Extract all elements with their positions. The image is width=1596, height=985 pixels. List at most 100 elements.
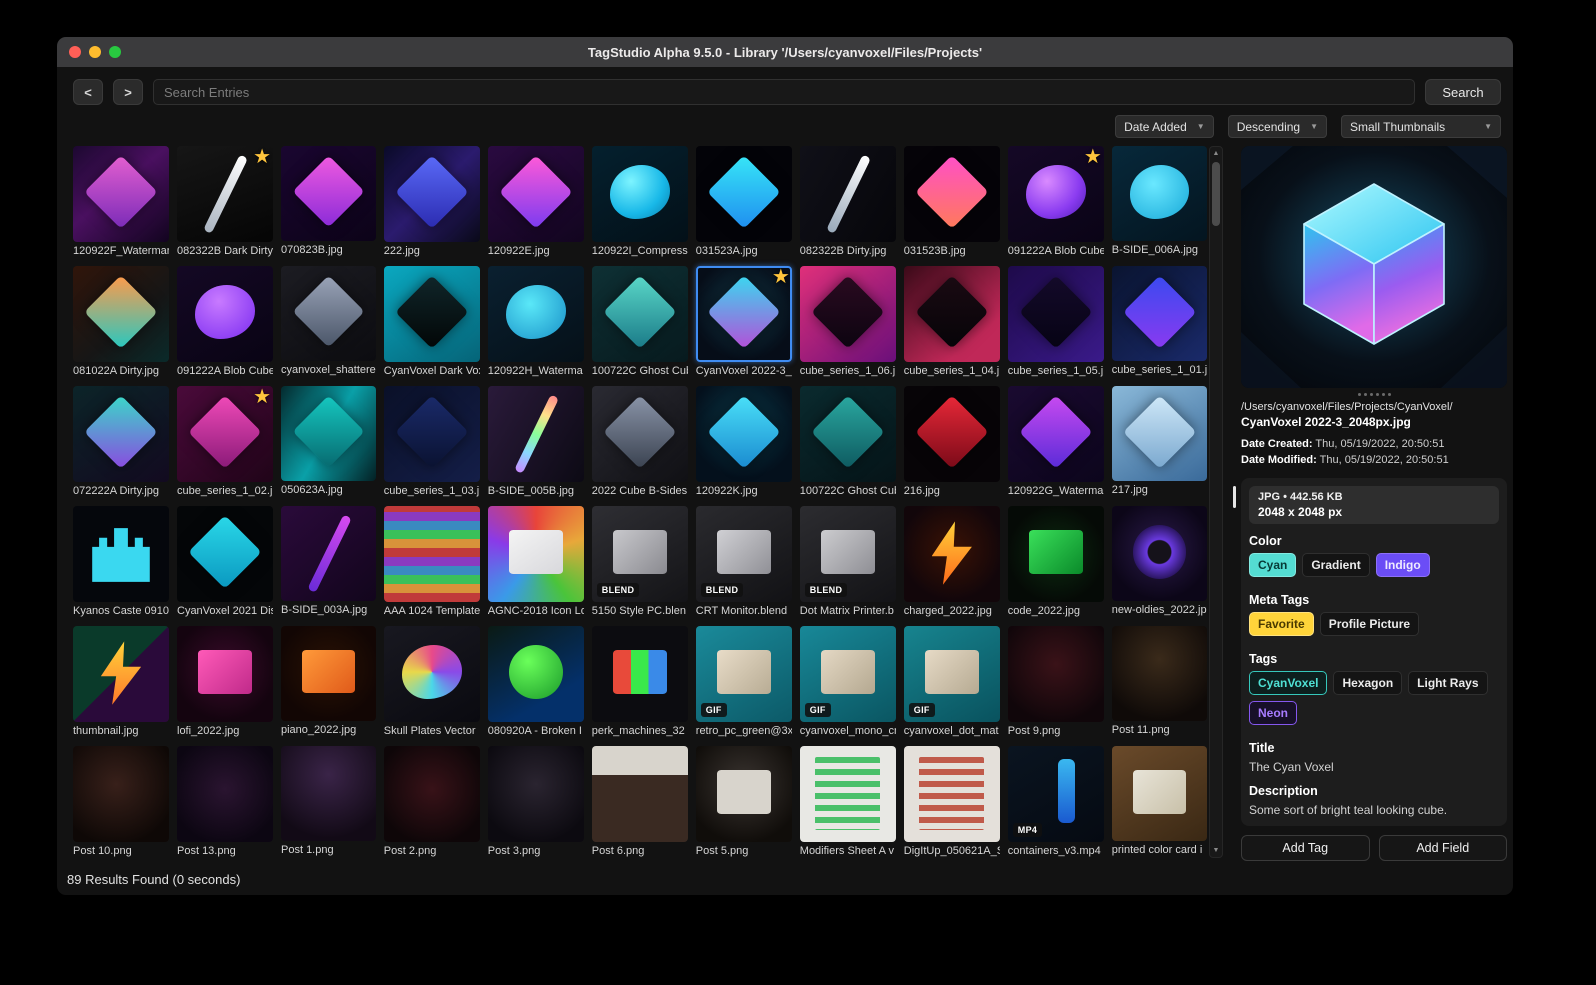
panel-resize-handle[interactable] — [1241, 390, 1507, 398]
grid-item[interactable]: 120922K.jpg — [695, 386, 792, 497]
grid-item[interactable]: 070823B.jpg — [281, 146, 376, 257]
thumbnail-image[interactable] — [177, 266, 273, 362]
thumbnail-image[interactable] — [903, 386, 1000, 482]
thumbnail-image[interactable] — [73, 266, 169, 362]
thumbnail-image[interactable] — [1007, 266, 1104, 362]
grid-item[interactable]: BLEND 5150 Style PC.blen — [591, 506, 688, 617]
thumbnail-image[interactable] — [383, 746, 480, 842]
grid-item[interactable]: ★ 091222A Blob Cube — [1007, 146, 1104, 257]
panel-scrollbar-thumb[interactable] — [1233, 485, 1236, 508]
grid-item[interactable]: perk_machines_32 — [591, 626, 688, 737]
back-button[interactable]: < — [73, 79, 103, 105]
grid-item[interactable]: Kyanos Caste 0910 — [73, 506, 169, 617]
thumbnail-size-dropdown[interactable]: Small Thumbnails ▼ — [1341, 115, 1501, 138]
thumbnail-image[interactable] — [487, 386, 584, 482]
grid-item[interactable]: CyanVoxel 2021 Dis — [177, 506, 273, 617]
grid-item[interactable]: 120922I_Compresse — [591, 146, 688, 257]
thumbnail-image[interactable] — [73, 146, 169, 242]
thumbnail-image[interactable] — [1007, 506, 1104, 602]
sort-field-dropdown[interactable]: Date Added ▼ — [1115, 115, 1214, 138]
thumbnail-image[interactable] — [799, 266, 896, 362]
thumbnail-image[interactable] — [591, 386, 688, 482]
tag-pill[interactable]: Light Rays — [1408, 670, 1488, 695]
grid-item[interactable]: cube_series_1_04.j — [903, 266, 1000, 377]
grid-item[interactable]: ★ 082322B Dark Dirty — [177, 146, 273, 257]
grid-item[interactable]: Post 11.png — [1111, 626, 1208, 737]
thumbnail-image[interactable] — [383, 506, 480, 602]
tag-pill[interactable]: Neon — [1249, 700, 1297, 725]
thumbnail-image[interactable] — [177, 746, 273, 842]
thumbnail-image[interactable] — [487, 746, 584, 842]
grid-item[interactable]: 120922E.jpg — [487, 146, 584, 257]
tag-pill[interactable]: Profile Picture — [1319, 611, 1420, 636]
grid-item[interactable]: cube_series_1_05.j — [1007, 266, 1104, 377]
thumbnail-image[interactable] — [281, 146, 376, 241]
thumbnail-image[interactable] — [177, 626, 273, 722]
search-button[interactable]: Search — [1425, 79, 1501, 105]
thumbnail-image[interactable] — [1111, 626, 1208, 722]
thumbnail-image[interactable] — [903, 506, 1000, 602]
thumbnail-image[interactable] — [383, 146, 480, 242]
thumbnail-image[interactable] — [1111, 506, 1208, 602]
thumbnail-image[interactable]: GIF — [695, 626, 792, 722]
grid-item[interactable]: 100722C Ghost Cub — [799, 386, 896, 497]
scroll-down-icon[interactable]: ▼ — [1213, 844, 1220, 857]
grid-item[interactable]: 031523B.jpg — [903, 146, 1000, 257]
grid-item[interactable]: Post 3.png — [487, 746, 584, 857]
thumbnail-image[interactable] — [903, 146, 1000, 242]
grid-item[interactable]: 217.jpg — [1111, 386, 1208, 497]
thumbnail-image[interactable] — [73, 626, 169, 722]
grid-item[interactable]: Post 13.png — [177, 746, 273, 857]
thumbnail-image[interactable]: ★ — [177, 146, 273, 242]
grid-item[interactable]: BLEND Dot Matrix Printer.b — [799, 506, 896, 617]
thumbnail-image[interactable] — [695, 386, 792, 482]
grid-item[interactable]: 216.jpg — [903, 386, 1000, 497]
grid-item[interactable]: B-SIDE_005B.jpg — [487, 386, 584, 497]
sort-direction-dropdown[interactable]: Descending ▼ — [1227, 115, 1327, 138]
grid-item[interactable]: 082322B Dirty.jpg — [799, 146, 896, 257]
thumbnail-image[interactable] — [73, 746, 169, 842]
thumbnail-image[interactable] — [1111, 386, 1208, 482]
thumbnail-image[interactable] — [591, 746, 688, 842]
grid-item[interactable]: thumbnail.jpg — [73, 626, 169, 737]
thumbnail-image[interactable]: BLEND — [799, 506, 896, 602]
grid-item[interactable]: 120922G_Waterma — [1007, 386, 1104, 497]
grid-item[interactable]: GIF cyanvoxel_dot_mat — [903, 626, 1000, 737]
grid-item[interactable]: code_2022.jpg — [1007, 506, 1104, 617]
thumbnail-image[interactable] — [177, 506, 273, 602]
thumbnail-image[interactable] — [73, 386, 169, 482]
grid-item[interactable]: Post 5.png — [695, 746, 792, 857]
thumbnail-image[interactable] — [383, 266, 480, 362]
grid-item[interactable]: lofi_2022.jpg — [177, 626, 273, 737]
grid-item[interactable]: ★ CyanVoxel 2022-3_ — [695, 266, 792, 377]
grid-item[interactable]: cube_series_1_06.j — [799, 266, 896, 377]
thumbnail-image[interactable] — [695, 146, 792, 242]
thumbnail-image[interactable] — [281, 266, 376, 361]
grid-item[interactable]: 050623A.jpg — [281, 386, 376, 497]
thumbnail-image[interactable] — [1007, 386, 1104, 482]
grid-item[interactable]: AAA 1024 Template — [383, 506, 480, 617]
grid-item[interactable]: 081022A Dirty.jpg — [73, 266, 169, 377]
grid-item[interactable]: 100722C Ghost Cub — [591, 266, 688, 377]
thumbnail-image[interactable] — [799, 746, 896, 842]
thumbnail-image[interactable]: BLEND — [591, 506, 688, 602]
grid-item[interactable]: Modifiers Sheet A v — [799, 746, 896, 857]
grid-item[interactable]: 120922F_Watermark — [73, 146, 169, 257]
thumbnail-image[interactable] — [695, 746, 792, 842]
grid-item[interactable]: BLEND CRT Monitor.blend — [695, 506, 792, 617]
thumbnail-image[interactable] — [591, 146, 688, 242]
grid-item[interactable]: 031523A.jpg — [695, 146, 792, 257]
grid-item[interactable]: Post 10.png — [73, 746, 169, 857]
thumbnail-image[interactable] — [487, 146, 584, 242]
thumbnail-image[interactable] — [281, 386, 376, 481]
thumbnail-image[interactable]: ★ — [695, 266, 792, 362]
scrollbar-thumb[interactable] — [1212, 162, 1220, 226]
thumbnail-image[interactable] — [487, 626, 584, 722]
add-tag-button[interactable]: Add Tag — [1241, 835, 1370, 861]
thumbnail-image[interactable] — [799, 386, 896, 482]
grid-item[interactable]: AGNC-2018 Icon Lo — [487, 506, 584, 617]
tag-pill[interactable]: Cyan — [1249, 552, 1297, 577]
grid-item[interactable]: Post 9.png — [1007, 626, 1104, 737]
grid-item[interactable]: 080920A - Broken I — [487, 626, 584, 737]
thumbnail-image[interactable] — [383, 386, 480, 482]
